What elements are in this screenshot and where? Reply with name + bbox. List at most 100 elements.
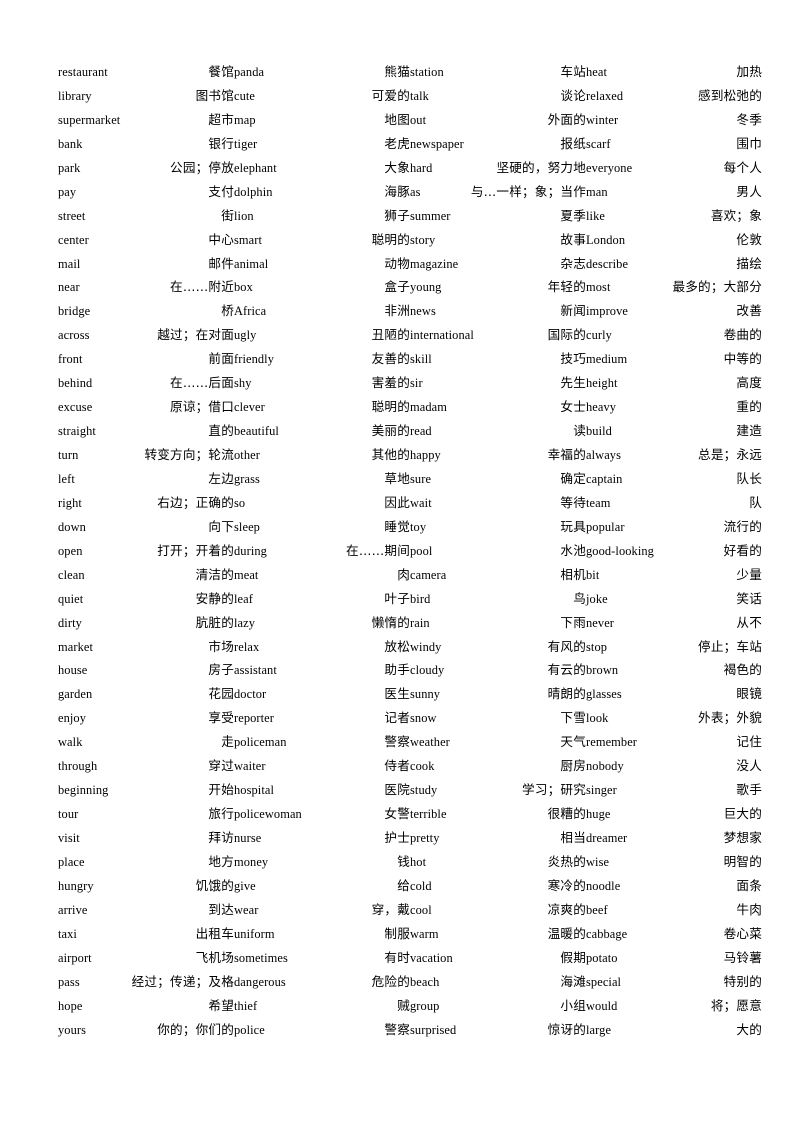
vocabulary-entry: relax 放松	[234, 635, 410, 659]
entry-gloss: 医生	[384, 686, 410, 702]
entry-term: hungry	[58, 878, 94, 893]
vocabulary-columns: restaurant 餐馆 library 图书馆 supermarket 超市 bank 银…	[58, 60, 770, 1041]
vocabulary-entry: pass 经过；传递；及格	[58, 970, 234, 994]
entry-gloss: 笑话	[736, 590, 762, 606]
vocabulary-entry: wear 穿，戴	[234, 898, 410, 922]
entry-gloss: 出租车	[195, 925, 234, 941]
vocabulary-entry: team 队	[586, 491, 762, 515]
entry-term: newspaper	[410, 136, 464, 151]
entry-gloss: 中心	[208, 231, 234, 247]
entry-term: vacation	[410, 950, 453, 965]
entry-term: sleep	[234, 519, 260, 534]
entry-gloss: 故事	[560, 231, 586, 247]
entry-term: lion	[234, 208, 254, 223]
entry-term: grass	[234, 471, 260, 486]
entry-term: pay	[58, 184, 77, 199]
entry-gloss: 惊讶的	[547, 1021, 586, 1037]
vocabulary-entry: sometimes 有时	[234, 946, 410, 970]
vocabulary-entry: vacation 假期	[410, 946, 586, 970]
entry-gloss: 围巾	[736, 135, 762, 151]
entry-gloss: 支付	[208, 183, 234, 199]
entry-term: cool	[410, 902, 432, 917]
entry-term: quiet	[58, 591, 84, 606]
vocabulary-entry: walk 走	[58, 730, 234, 754]
entry-term: joke	[586, 591, 608, 606]
entry-gloss: 享受	[208, 710, 234, 726]
entry-term: map	[234, 112, 256, 127]
entry-term: wear	[234, 902, 259, 917]
entry-gloss: 女警	[384, 806, 410, 822]
entry-gloss: 歌手	[736, 782, 762, 798]
entry-term: hard	[410, 160, 433, 175]
entry-term: young	[410, 280, 442, 295]
entry-gloss: 地方	[208, 853, 234, 869]
entry-term: waiter	[234, 759, 266, 774]
entry-term: glasses	[586, 687, 622, 702]
vocabulary-entry: dirty 肮脏的	[58, 611, 234, 635]
vocabulary-entry: London 伦敦	[586, 228, 762, 252]
vocabulary-entry: quiet 安静的	[58, 587, 234, 611]
entry-gloss: 医院	[384, 782, 410, 798]
entry-gloss: 街	[221, 207, 234, 223]
vocabulary-entry: hot 炎热的	[410, 850, 586, 874]
entry-gloss: 厨房	[560, 758, 586, 774]
entry-gloss: 女士	[560, 399, 586, 415]
vocabulary-entry: center 中心	[58, 228, 234, 252]
entry-term: down	[58, 519, 86, 534]
vocabulary-entry: as 与…一样；象；当作	[410, 180, 586, 204]
entry-term: taxi	[58, 926, 77, 941]
entry-gloss: 鸟	[573, 590, 586, 606]
vocabulary-entry: most 最多的；大部分	[586, 275, 762, 299]
vocabulary-entry: down 向下	[58, 515, 234, 539]
vocabulary-entry: news 新闻	[410, 299, 586, 323]
vocabulary-entry: wise 明智的	[586, 850, 762, 874]
entry-gloss: 右边；正确的	[157, 494, 234, 510]
entry-term: most	[586, 280, 611, 295]
entry-term: so	[234, 495, 246, 510]
vocabulary-entry: left 左边	[58, 467, 234, 491]
entry-gloss: 海豚	[384, 183, 410, 199]
entry-term: snow	[410, 711, 437, 726]
entry-term: wise	[586, 854, 610, 869]
vocabulary-entry: windy 有风的	[410, 635, 586, 659]
entry-gloss: 中等的	[723, 351, 762, 367]
entry-term: relax	[234, 639, 260, 654]
entry-term: bridge	[58, 304, 91, 319]
entry-term: curly	[586, 328, 612, 343]
entry-term: police	[234, 1022, 265, 1037]
entry-term: summer	[410, 208, 451, 223]
entry-gloss: 有云的	[547, 662, 586, 678]
entry-gloss: 高度	[736, 375, 762, 391]
vocabulary-entry: madam 女士	[410, 395, 586, 419]
entry-term: visit	[58, 831, 80, 845]
entry-term: dangerous	[234, 974, 286, 989]
vocabulary-entry: taxi 出租车	[58, 922, 234, 946]
entry-gloss: 大的	[736, 1021, 762, 1037]
vocabulary-entry: leaf 叶子	[234, 587, 410, 611]
vocabulary-entry: beach 海滩	[410, 970, 586, 994]
entry-term: like	[586, 208, 605, 223]
entry-gloss: 直的	[208, 423, 234, 439]
entry-term: near	[58, 280, 80, 295]
entry-gloss: 盒子	[384, 279, 410, 295]
vocabulary-entry: ugly 丑陋的	[234, 323, 410, 347]
entry-term: clever	[234, 400, 265, 415]
vocabulary-entry: enjoy 享受	[58, 706, 234, 730]
vocabulary-entry: arrive 到达	[58, 898, 234, 922]
entry-gloss: 你的；你们的	[157, 1021, 234, 1037]
vocabulary-entry: look 外表；外貌	[586, 706, 762, 730]
entry-term: open	[58, 543, 83, 558]
vocabulary-entry: cook 厨房	[410, 754, 586, 778]
entry-gloss: 记者	[384, 710, 410, 726]
entry-gloss: 走	[221, 734, 234, 750]
vocabulary-entry: skill 技巧	[410, 347, 586, 371]
entry-term: supermarket	[58, 112, 121, 127]
vocabulary-entry: cute 可爱的	[234, 84, 410, 108]
vocabulary-entry: never 从不	[586, 611, 762, 635]
entry-term: enjoy	[58, 711, 87, 726]
entry-term: captain	[586, 471, 623, 486]
entry-term: place	[58, 854, 85, 869]
entry-term: dirty	[58, 615, 82, 630]
vocabulary-entry: always 总是；永远	[586, 443, 762, 467]
entry-term: sir	[410, 376, 423, 391]
